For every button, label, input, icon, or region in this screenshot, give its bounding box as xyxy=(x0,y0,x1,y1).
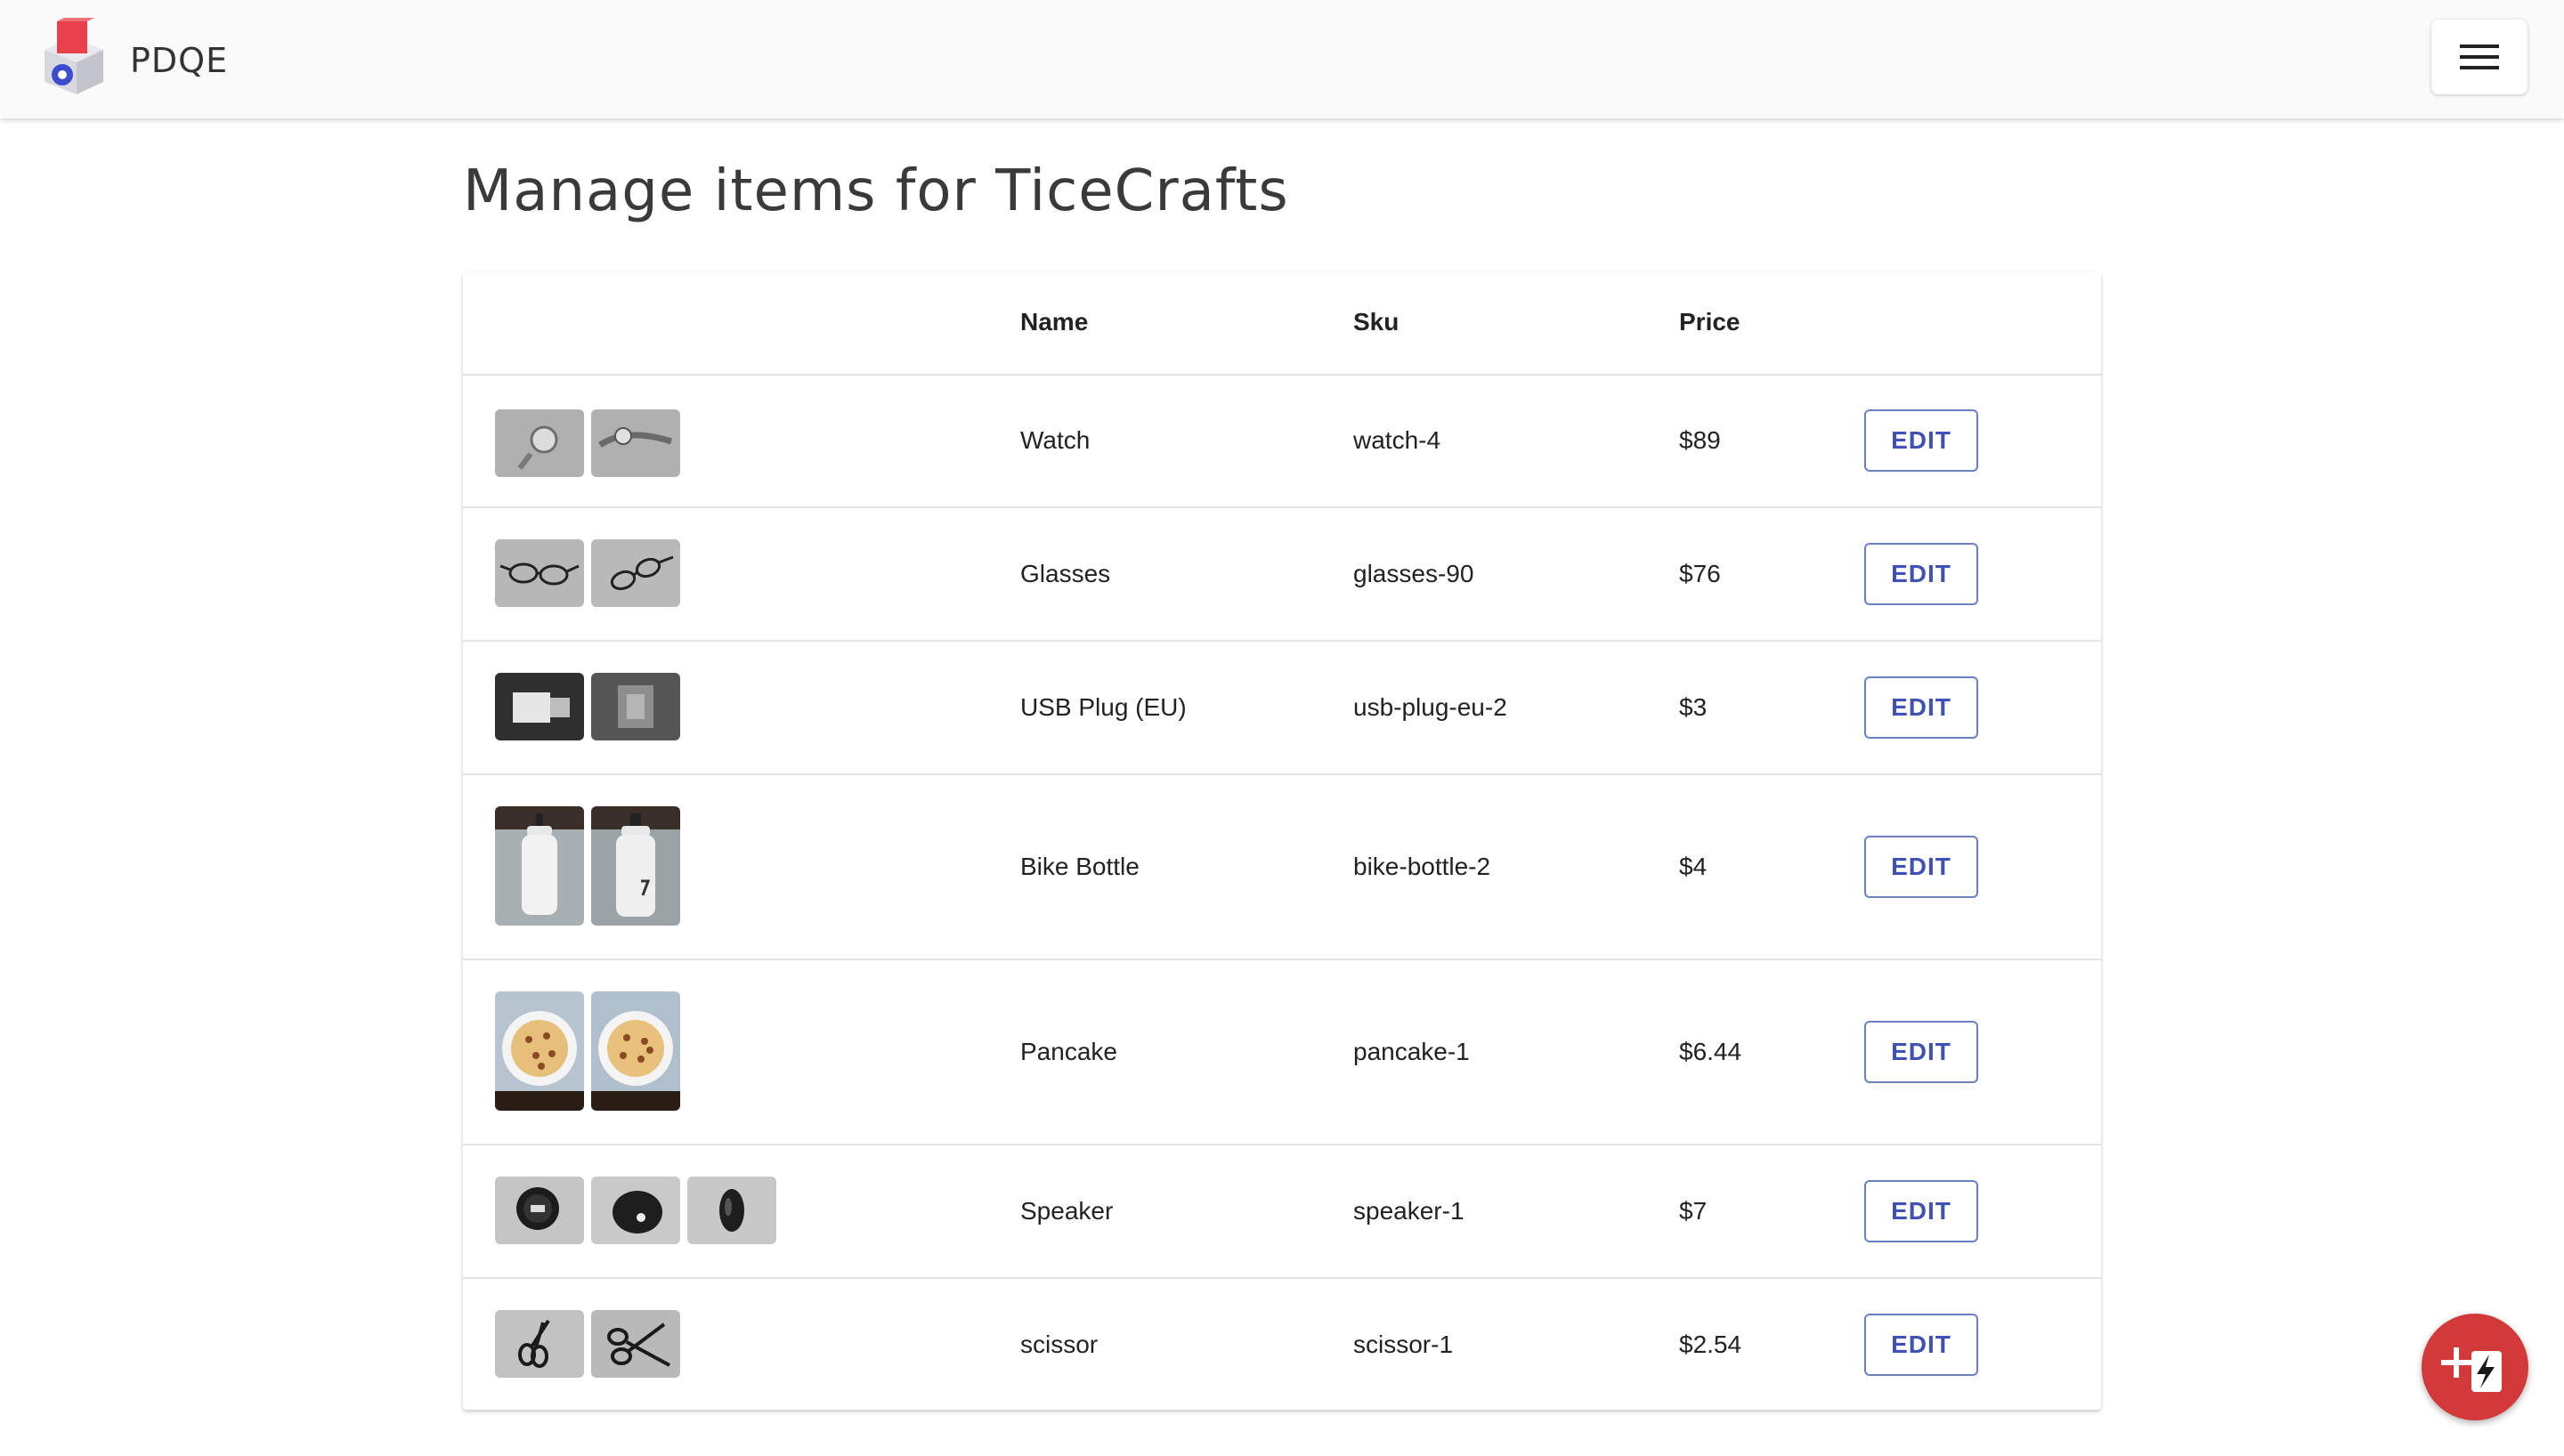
edit-button[interactable]: EDIT xyxy=(1864,409,1978,472)
item-name: Glasses xyxy=(1020,560,1111,587)
usb-plug-thumbnail[interactable] xyxy=(591,673,680,740)
item-price: $89 xyxy=(1679,426,1721,454)
scissors-thumbnail[interactable] xyxy=(591,1310,680,1378)
glasses-thumbnail[interactable] xyxy=(591,539,680,607)
bottle-thumbnail[interactable] xyxy=(495,806,584,926)
bottle-thumbnail[interactable] xyxy=(591,806,680,926)
app-bar: PDQE xyxy=(0,0,2564,118)
add-item-fab[interactable] xyxy=(2422,1314,2528,1420)
table-row: Pancake pancake-1 $6.44 EDIT xyxy=(463,959,2101,1145)
brand-name: PDQE xyxy=(130,41,229,80)
add-quick-item-icon xyxy=(2441,1347,2502,1392)
item-price: $76 xyxy=(1679,560,1721,587)
menu-button[interactable] xyxy=(2431,20,2527,94)
column-header-name[interactable]: Name xyxy=(1020,308,1088,336)
table-row: Watch watch-4 $89 EDIT xyxy=(463,374,2101,508)
speaker-thumbnail[interactable] xyxy=(687,1177,776,1244)
table-header: Name Sku Price xyxy=(463,272,2101,376)
table-row: scissor scissor-1 $2.54 EDIT xyxy=(463,1278,2101,1410)
item-price: $6.44 xyxy=(1679,1038,1742,1065)
item-thumbnails xyxy=(495,673,680,740)
item-name: Speaker xyxy=(1020,1197,1114,1225)
item-price: $4 xyxy=(1679,853,1708,880)
table-row: Bike Bottle bike-bottle-2 $4 EDIT xyxy=(463,774,2101,960)
pancake-thumbnail[interactable] xyxy=(495,991,584,1111)
hamburger-menu-icon xyxy=(2460,44,2499,69)
item-sku: usb-plug-eu-2 xyxy=(1353,693,1507,721)
cube-logo-icon[interactable] xyxy=(36,18,112,98)
item-name: Pancake xyxy=(1020,1038,1117,1065)
table-row: USB Plug (EU) usb-plug-eu-2 $3 EDIT xyxy=(463,641,2101,775)
speaker-thumbnail[interactable] xyxy=(495,1177,584,1244)
item-sku: watch-4 xyxy=(1353,426,1441,454)
item-price: $2.54 xyxy=(1679,1331,1742,1358)
item-sku: scissor-1 xyxy=(1353,1331,1454,1358)
edit-button[interactable]: EDIT xyxy=(1864,676,1978,739)
page-title: Manage items for TiceCrafts xyxy=(463,158,1289,224)
column-header-price[interactable]: Price xyxy=(1679,308,1740,336)
item-thumbnails xyxy=(495,1310,680,1378)
item-sku: pancake-1 xyxy=(1353,1038,1470,1065)
edit-button[interactable]: EDIT xyxy=(1864,836,1978,898)
item-name: Watch xyxy=(1020,426,1091,454)
edit-button[interactable]: EDIT xyxy=(1864,1180,1978,1242)
watch-thumbnail[interactable] xyxy=(591,409,680,477)
item-name: scissor xyxy=(1020,1331,1099,1358)
item-price: $3 xyxy=(1679,693,1708,721)
item-thumbnails xyxy=(495,409,680,477)
item-thumbnails xyxy=(495,806,680,926)
edit-button[interactable]: EDIT xyxy=(1864,1021,1978,1083)
usb-plug-thumbnail[interactable] xyxy=(495,673,584,740)
item-thumbnails xyxy=(495,1177,776,1244)
item-thumbnails xyxy=(495,991,680,1111)
item-thumbnails xyxy=(495,539,680,607)
item-sku: bike-bottle-2 xyxy=(1353,853,1491,880)
glasses-thumbnail[interactable] xyxy=(495,539,584,607)
item-sku: speaker-1 xyxy=(1353,1197,1465,1225)
edit-button[interactable]: EDIT xyxy=(1864,1314,1978,1376)
edit-button[interactable]: EDIT xyxy=(1864,543,1978,605)
item-name: Bike Bottle xyxy=(1020,853,1140,880)
table-row: Glasses glasses-90 $76 EDIT xyxy=(463,507,2101,642)
table-row: Speaker speaker-1 $7 EDIT xyxy=(463,1145,2101,1279)
items-table: Name Sku Price Watch watch-4 $89 EDIT Gl… xyxy=(463,272,2101,1410)
item-price: $7 xyxy=(1679,1197,1708,1225)
scissors-thumbnail[interactable] xyxy=(495,1310,584,1378)
watch-thumbnail[interactable] xyxy=(495,409,584,477)
item-name: USB Plug (EU) xyxy=(1020,693,1187,721)
item-sku: glasses-90 xyxy=(1353,560,1474,587)
pancake-thumbnail[interactable] xyxy=(591,991,680,1111)
speaker-thumbnail[interactable] xyxy=(591,1177,680,1244)
column-header-sku[interactable]: Sku xyxy=(1353,308,1399,336)
